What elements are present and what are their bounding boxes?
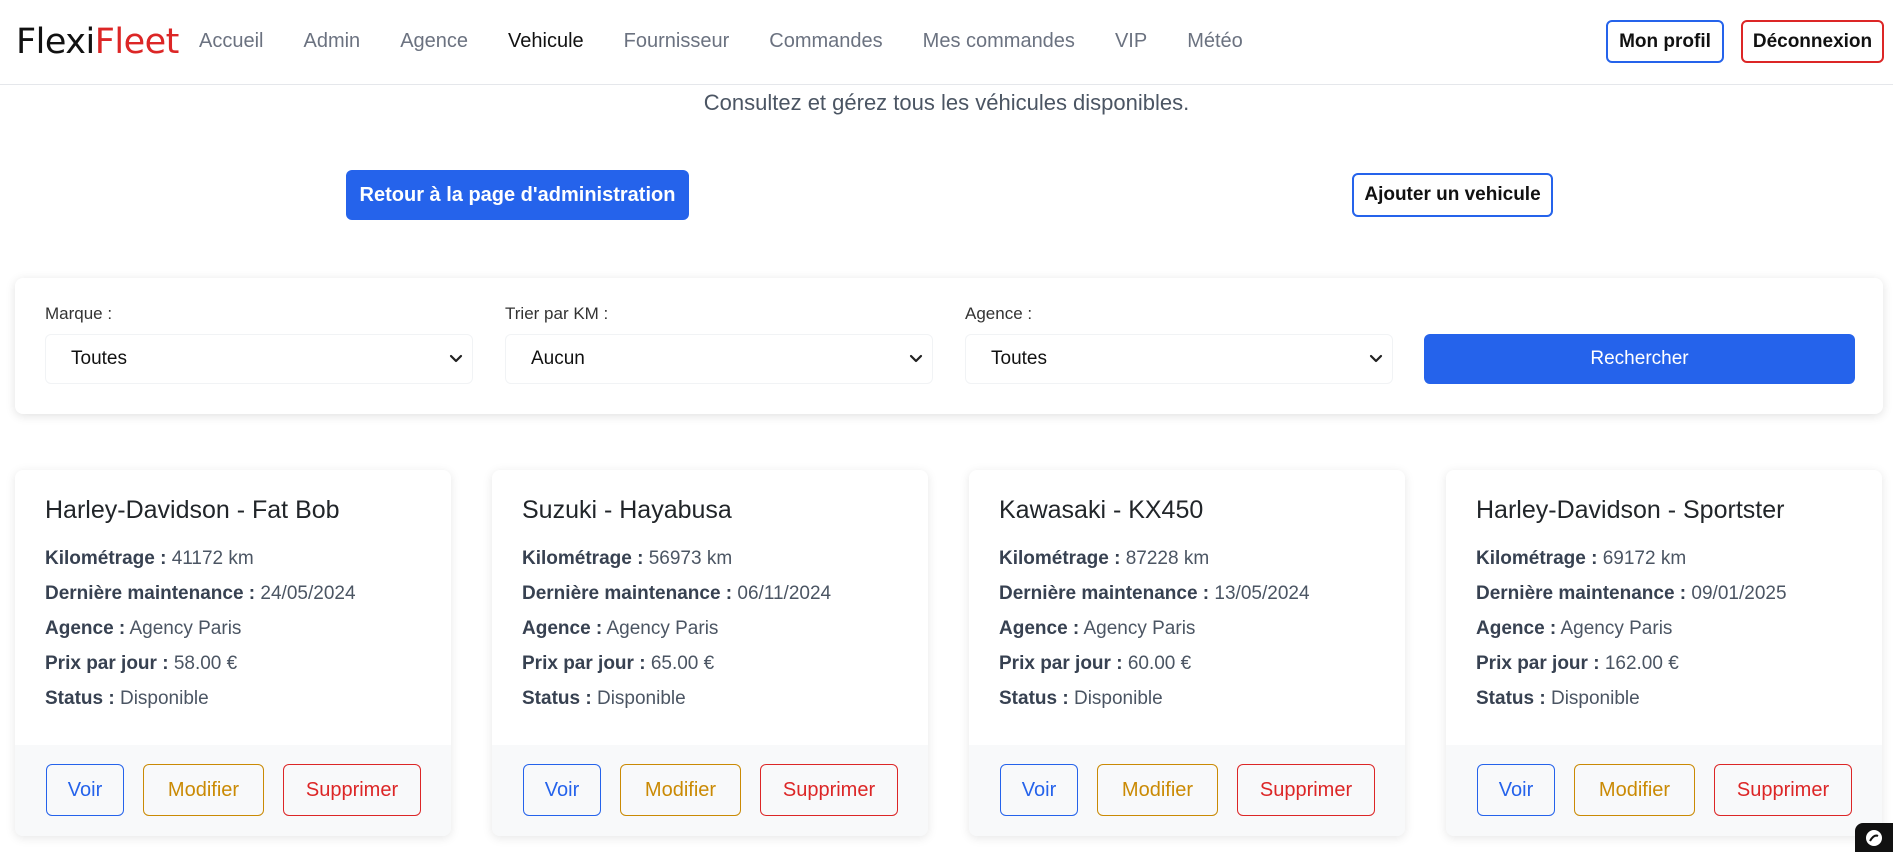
search-button[interactable]: Rechercher: [1424, 334, 1855, 384]
edit-button[interactable]: Modifier: [620, 764, 741, 816]
edit-button[interactable]: Modifier: [1097, 764, 1218, 816]
vehicle-price: Prix par jour : 65.00 €: [522, 653, 715, 674]
card-footer: Voir Modifier Supprimer: [15, 745, 451, 836]
vehicle-maintenance: Dernière maintenance : 24/05/2024: [45, 583, 356, 604]
profile-button[interactable]: Mon profil: [1606, 20, 1724, 63]
delete-button[interactable]: Supprimer: [1714, 764, 1852, 816]
brand-part1: Flexi: [16, 22, 95, 62]
agency-filter-label: Agence :: [965, 304, 1033, 323]
vehicle-agency: Agence : Agency Paris: [1476, 618, 1673, 639]
vehicle-price: Prix par jour : 60.00 €: [999, 653, 1192, 674]
vehicle-status: Status : Disponible: [45, 688, 209, 709]
vehicle-maintenance: Dernière maintenance : 06/11/2024: [522, 583, 832, 604]
vehicle-title: Suzuki - Hayabusa: [522, 496, 732, 524]
view-button[interactable]: Voir: [1000, 764, 1078, 816]
logout-button[interactable]: Déconnexion: [1741, 20, 1884, 63]
chevron-down-icon: [909, 354, 923, 363]
agency-select-value: Toutes: [991, 348, 1047, 369]
vehicle-card: Suzuki - Hayabusa Kilométrage : 56973 km…: [492, 470, 928, 836]
nav-link-mes-commandes[interactable]: Mes commandes: [923, 30, 1075, 53]
navbar: FlexiFleet Accueil Admin Agence Vehicule…: [0, 0, 1893, 85]
symfony-icon: [1866, 829, 1882, 846]
vehicle-km: Kilométrage : 87228 km: [999, 548, 1210, 569]
card-footer: Voir Modifier Supprimer: [492, 745, 928, 836]
brand-select-value: Toutes: [71, 348, 127, 369]
vehicle-card: Kawasaki - KX450 Kilométrage : 87228 km …: [969, 470, 1405, 836]
nav-link-vip[interactable]: VIP: [1115, 30, 1147, 53]
agency-select[interactable]: Toutes: [965, 334, 1393, 384]
nav-link-agence[interactable]: Agence: [400, 30, 468, 53]
km-sort-select[interactable]: Aucun: [505, 334, 933, 384]
back-to-admin-button[interactable]: Retour à la page d'administration: [346, 170, 689, 220]
nav-links: Accueil Admin Agence Vehicule Fournisseu…: [199, 30, 1283, 53]
vehicle-km: Kilométrage : 41172 km: [45, 548, 254, 569]
vehicle-card: Harley-Davidson - Fat Bob Kilométrage : …: [15, 470, 451, 836]
vehicle-status: Status : Disponible: [999, 688, 1163, 709]
edit-button[interactable]: Modifier: [143, 764, 264, 816]
vehicle-title: Harley-Davidson - Fat Bob: [45, 496, 340, 524]
vehicle-maintenance: Dernière maintenance : 09/01/2025: [1476, 583, 1787, 604]
view-button[interactable]: Voir: [1477, 764, 1555, 816]
nav-link-accueil[interactable]: Accueil: [199, 30, 263, 53]
add-vehicle-button[interactable]: Ajouter un vehicule: [1352, 173, 1553, 217]
vehicle-maintenance: Dernière maintenance : 13/05/2024: [999, 583, 1310, 604]
nav-link-fournisseur[interactable]: Fournisseur: [624, 30, 730, 53]
nav-link-admin[interactable]: Admin: [303, 30, 360, 53]
vehicle-price: Prix par jour : 58.00 €: [45, 653, 238, 674]
edit-button[interactable]: Modifier: [1574, 764, 1695, 816]
nav-link-commandes[interactable]: Commandes: [769, 30, 882, 53]
view-button[interactable]: Voir: [523, 764, 601, 816]
nav-link-meteo[interactable]: Météo: [1187, 30, 1243, 53]
brand-select[interactable]: Toutes: [45, 334, 473, 384]
card-footer: Voir Modifier Supprimer: [969, 745, 1405, 836]
vehicle-title: Kawasaki - KX450: [999, 496, 1204, 524]
vehicle-status: Status : Disponible: [522, 688, 686, 709]
filter-panel: Marque : Toutes Trier par KM : Aucun Age…: [15, 278, 1883, 414]
delete-button[interactable]: Supprimer: [760, 764, 898, 816]
chevron-down-icon: [449, 354, 463, 363]
delete-button[interactable]: Supprimer: [1237, 764, 1375, 816]
vehicle-agency: Agence : Agency Paris: [45, 618, 242, 639]
brand-logo[interactable]: FlexiFleet: [16, 22, 179, 62]
brand-filter-label: Marque :: [45, 304, 113, 323]
vehicle-agency: Agence : Agency Paris: [522, 618, 719, 639]
vehicle-agency: Agence : Agency Paris: [999, 618, 1196, 639]
card-footer: Voir Modifier Supprimer: [1446, 745, 1882, 836]
delete-button[interactable]: Supprimer: [283, 764, 421, 816]
vehicle-km: Kilométrage : 69172 km: [1476, 548, 1687, 569]
vehicle-km: Kilométrage : 56973 km: [522, 548, 733, 569]
vehicle-price: Prix par jour : 162.00 €: [1476, 653, 1679, 674]
vehicle-status: Status : Disponible: [1476, 688, 1640, 709]
page-subtitle: Consultez et gérez tous les véhicules di…: [703, 90, 1190, 115]
brand-part2: Fleet: [94, 22, 180, 62]
vehicle-title: Harley-Davidson - Sportster: [1476, 496, 1785, 524]
km-filter-label: Trier par KM :: [505, 304, 609, 323]
view-button[interactable]: Voir: [46, 764, 124, 816]
km-select-value: Aucun: [531, 348, 585, 369]
nav-link-vehicule[interactable]: Vehicule: [508, 30, 584, 53]
vehicle-card: Harley-Davidson - Sportster Kilométrage …: [1446, 470, 1882, 836]
debug-toolbar-icon[interactable]: [1855, 823, 1893, 852]
chevron-down-icon: [1369, 354, 1383, 363]
